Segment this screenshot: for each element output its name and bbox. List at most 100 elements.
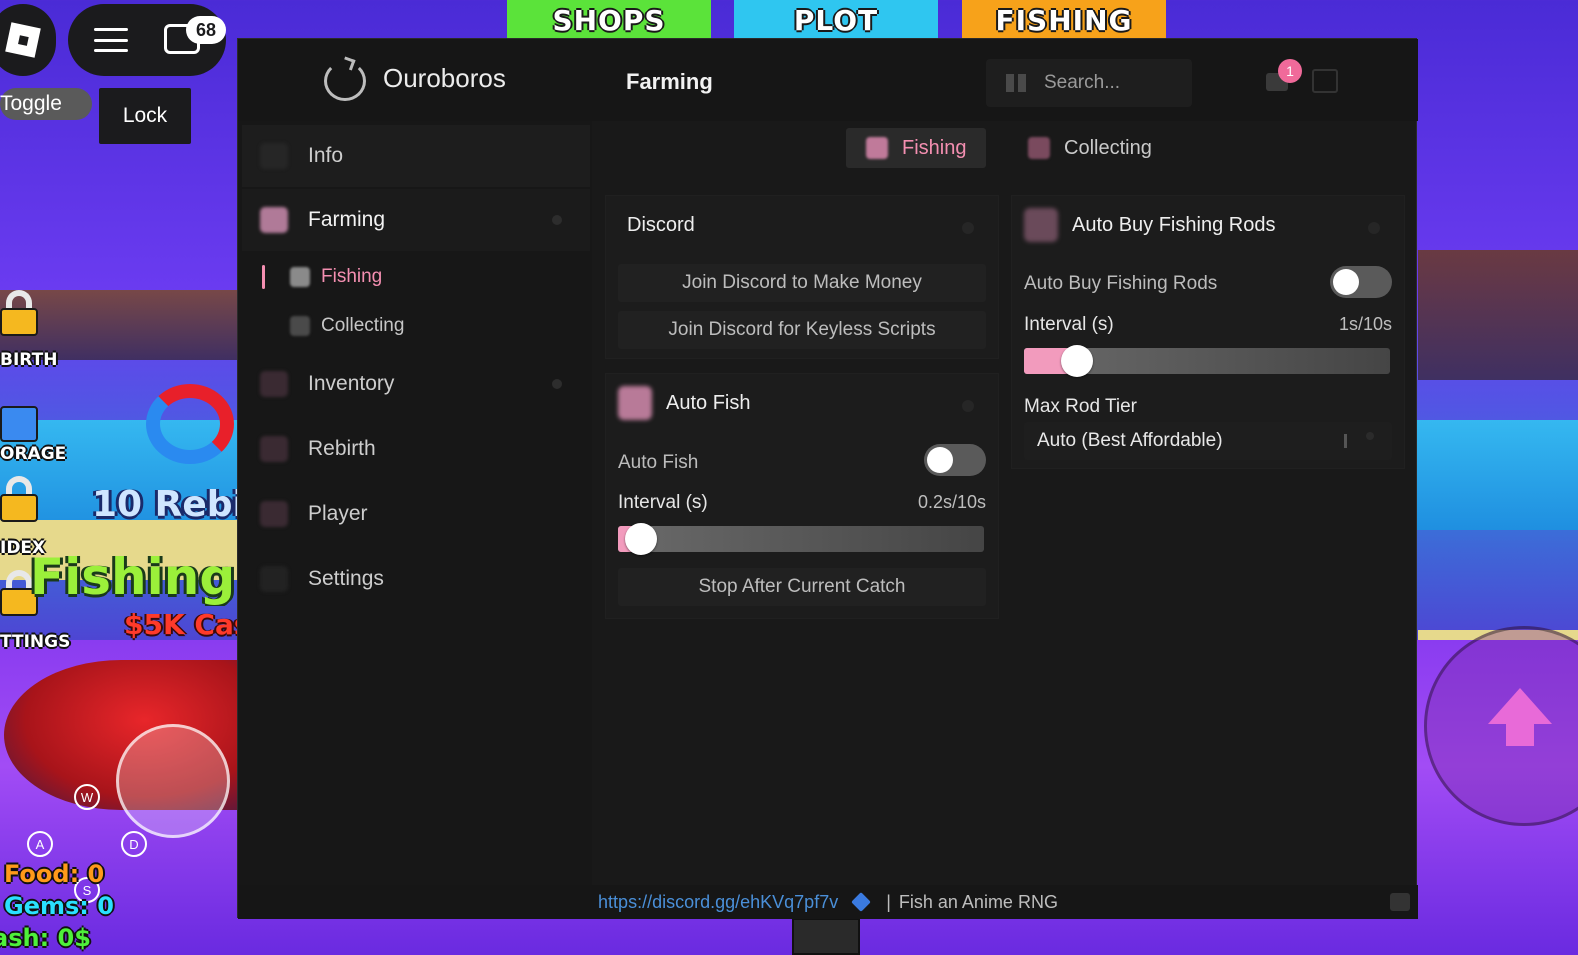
auto-fish-toggle[interactable] (924, 444, 986, 476)
sidebar-item-rebirth[interactable]: Rebirth (242, 418, 590, 480)
toggle-knob (927, 447, 953, 473)
sidebar-item-settings[interactable]: Settings (242, 548, 590, 610)
auto-fish-interval-value: 0.2s/10s (917, 492, 986, 512)
hamburger-menu-icon[interactable] (94, 28, 128, 52)
tab-collecting[interactable]: Collecting (1008, 128, 1158, 168)
rebirth-promo-text: 10 Rebir (92, 484, 237, 525)
stop-after-catch-button[interactable]: Stop After Current Catch (618, 568, 986, 606)
lock-icon (0, 476, 40, 522)
roblox-menu-button[interactable] (0, 4, 56, 76)
toggle-knob (1333, 269, 1359, 295)
tab-label: Fishing (902, 136, 967, 159)
settings-menu-label[interactable]: TTINGS (0, 632, 70, 652)
sidebar-item-label: Info (308, 144, 344, 167)
sidebar-item-info[interactable]: Info (242, 125, 590, 187)
discord-gem-icon (851, 892, 872, 912)
roblox-logo-icon (5, 22, 41, 58)
auto-buy-toggle-label: Auto Buy Fishing Rods (1024, 273, 1218, 294)
game-tab-shops[interactable]: SHOPS (507, 0, 711, 40)
collapse-icon[interactable] (1368, 222, 1380, 234)
sidebar-item-label: Rebirth (308, 437, 376, 460)
storage-menu-label[interactable]: ORAGE (0, 444, 66, 464)
fishing-promo-text: Fishing D (30, 548, 237, 606)
max-rod-tier-label: Max Rod Tier (1024, 396, 1137, 417)
page-title: Farming (626, 69, 713, 94)
chevron-icon (552, 215, 562, 225)
auto-fish-interval-slider[interactable] (618, 523, 984, 555)
game-tab-fishing[interactable]: FISHING (962, 0, 1166, 40)
slider-handle[interactable] (1060, 345, 1093, 377)
hotbar-slot[interactable] (792, 918, 860, 955)
game-name: Fish an Anime RNG (898, 891, 1058, 912)
collapse-icon[interactable] (962, 400, 974, 412)
search-box[interactable] (986, 59, 1192, 107)
rebirth-arrows-icon (146, 384, 234, 464)
dropdown-value: Auto (Best Affordable) (1037, 430, 1223, 451)
max-rod-tier-dropdown[interactable]: Auto (Best Affordable) (1024, 422, 1392, 460)
sidebar-subitem-fishing[interactable]: Fishing (258, 255, 588, 299)
toggle-ui-button[interactable]: Toggle (0, 88, 92, 120)
app-title: Ouroboros (383, 63, 506, 93)
rebirth-menu-label[interactable]: BIRTH (0, 350, 57, 370)
sidebar-item-label: Farming (308, 208, 386, 231)
collecting-icon (290, 316, 310, 336)
jump-arrow-icon (1488, 688, 1552, 724)
sidebar-item-player[interactable]: Player (242, 483, 590, 545)
auto-buy-rods-panel: Auto Buy Fishing Rods Auto Buy Fishing R… (1011, 195, 1405, 469)
game-tab-plot[interactable]: PLOT (734, 0, 938, 40)
auto-buy-icon (1024, 208, 1058, 242)
dropdown-icon (1344, 434, 1352, 448)
lock-icon (0, 290, 40, 336)
cash-stat: ash: 0$ (0, 924, 91, 952)
farming-icon (260, 207, 288, 233)
collapse-icon[interactable] (962, 222, 974, 234)
chat-count-badge: 68 (186, 16, 226, 44)
key-w-hint: W (74, 784, 100, 810)
auto-fish-interval-label: Interval (s) (618, 492, 708, 513)
lock-ui-button[interactable]: Lock (99, 88, 191, 144)
chevron-down-icon (1366, 432, 1374, 440)
sidebar-item-inventory[interactable]: Inventory (242, 353, 590, 415)
sidebar-subitem-label: Fishing (321, 266, 383, 287)
chevron-icon (552, 379, 562, 389)
auto-buy-interval-label: Interval (s) (1024, 314, 1114, 335)
key-d-hint: D (121, 831, 147, 857)
footer-separator: | (886, 891, 891, 912)
jump-arrow-stem (1506, 722, 1534, 746)
slider-handle[interactable] (625, 523, 658, 555)
active-indicator (262, 265, 265, 289)
sidebar-item-farming[interactable]: Farming (242, 189, 590, 251)
panel-header: Discord (606, 196, 998, 254)
sidebar: Info Farming Fishing Collecting Inventor… (238, 121, 592, 885)
movement-joystick[interactable] (116, 724, 230, 838)
auto-buy-toggle[interactable] (1330, 266, 1392, 298)
fishing-icon (290, 267, 310, 287)
window-resize-icon[interactable] (1312, 69, 1338, 93)
search-input[interactable] (1044, 72, 1184, 94)
game-fence-right (1418, 250, 1578, 380)
auto-fish-toggle-label: Auto Fish (618, 452, 699, 473)
panel-title: Auto Buy Fishing Rods (1072, 213, 1276, 236)
storage-icon (0, 398, 40, 444)
sidebar-item-label: Settings (308, 567, 384, 590)
panel-header: Auto Buy Fishing Rods (1012, 196, 1404, 254)
gems-stat: Gems: 0 (4, 892, 114, 920)
sidebar-subitem-collecting[interactable]: Collecting (258, 304, 588, 348)
sidebar-subitem-label: Collecting (321, 315, 405, 336)
join-discord-keyless-button[interactable]: Join Discord for Keyless Scripts (618, 311, 986, 349)
fishing-tab-icon (866, 137, 888, 159)
panel-title: Discord (627, 213, 695, 236)
tab-fishing[interactable]: Fishing (846, 128, 986, 168)
search-icon (1006, 74, 1030, 92)
rebirth-icon (260, 436, 288, 462)
window-footer: https://discord.gg/ehKVq7pf7v | Fish an … (238, 885, 1418, 919)
discord-invite-link[interactable]: https://discord.gg/ehKVq7pf7v (598, 892, 838, 913)
auto-buy-interval-value: 1s/10s (1338, 314, 1392, 334)
auto-fish-panel: Auto Fish Auto Fish Interval (s) 0.2s/10… (605, 373, 999, 619)
join-discord-money-button[interactable]: Join Discord to Make Money (618, 264, 986, 302)
resize-handle-icon[interactable] (1390, 893, 1410, 911)
key-a-hint: A (27, 831, 53, 857)
auto-buy-interval-slider[interactable] (1024, 345, 1390, 377)
window-header: Ouroboros Farming 1 (238, 39, 1418, 121)
auto-fish-icon (618, 386, 652, 420)
